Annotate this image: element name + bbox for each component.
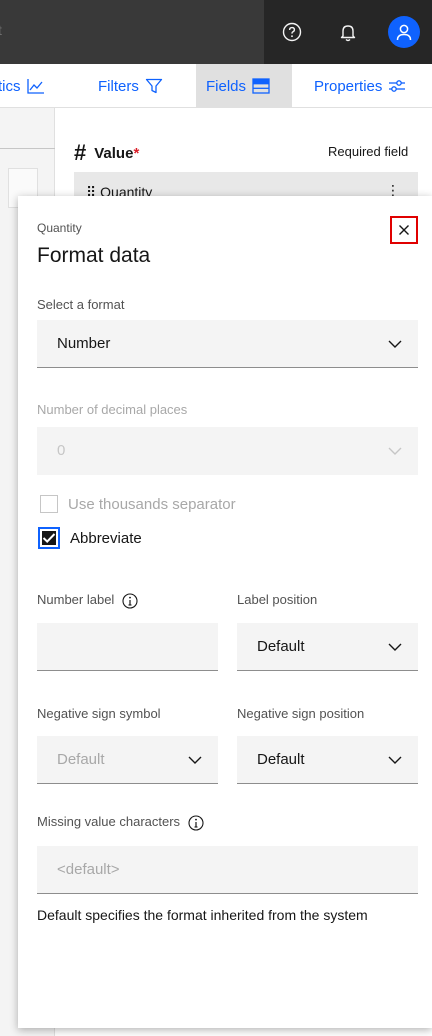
top-bar: t (0, 0, 432, 64)
missing-value-placeholder: <default> (57, 861, 120, 878)
number-label-input[interactable] (37, 623, 218, 671)
thousands-separator-label: Use thousands separator (68, 495, 236, 513)
sliders-icon (389, 80, 406, 92)
helper-text: Default specifies the format inherited f… (37, 907, 368, 923)
fields-icon (252, 78, 270, 94)
required-field-text: Required field (328, 144, 409, 159)
negative-sign-position-label: Negative sign position (237, 706, 365, 721)
user-button[interactable] (380, 8, 428, 56)
decimal-places-value: 0 (57, 442, 66, 459)
panel-subtitle: Quantity (37, 221, 82, 235)
format-select-value: Number (57, 335, 111, 352)
missing-value-input[interactable]: <default> (37, 846, 418, 894)
analytics-tab[interactable]: tics (0, 64, 45, 108)
info-icon[interactable] (188, 815, 204, 831)
help-button[interactable] (268, 8, 316, 56)
close-button[interactable] (390, 216, 418, 244)
format-select[interactable]: Number (37, 320, 418, 368)
chevron-down-icon (388, 447, 402, 455)
fields-label: Fields (206, 77, 247, 95)
chevron-down-icon (388, 756, 402, 764)
number-label-text: Number label (37, 592, 115, 607)
missing-value-label-text: Missing value characters (37, 814, 204, 831)
filter-icon (145, 78, 162, 94)
bell-icon (340, 25, 356, 42)
label-position-select[interactable]: Default (237, 623, 418, 671)
abbreviate-label: Abbreviate (70, 529, 142, 547)
abbreviate-row[interactable]: Abbreviate (38, 527, 142, 549)
chevron-down-icon (188, 756, 202, 764)
required-marker: * (133, 144, 140, 162)
value-heading: # Value* (74, 140, 139, 166)
value-label: Value (94, 144, 134, 162)
negative-sign-symbol-select[interactable]: Default (37, 736, 218, 784)
notifications-button[interactable] (324, 8, 372, 56)
decimal-places-label: Number of decimal places (37, 402, 188, 417)
format-data-panel: Quantity Format data Select a format Num… (18, 196, 432, 1028)
close-icon (399, 225, 409, 235)
label-position-label: Label position (237, 592, 318, 607)
info-icon[interactable] (122, 593, 138, 609)
filters-label: Filters (98, 77, 139, 95)
canvas-divider (0, 148, 55, 149)
negative-sign-symbol-label: Negative sign symbol (37, 706, 161, 721)
decimal-places-select: 0 (37, 427, 418, 475)
panel-title: Format data (37, 244, 151, 267)
analytics-label: tics (0, 77, 21, 95)
abbreviate-checkbox[interactable] (38, 527, 60, 549)
thousands-separator-row[interactable]: Use thousands separator (40, 495, 236, 513)
number-label-label: Number label (37, 592, 138, 609)
avatar (388, 16, 420, 48)
checkmark-icon (42, 533, 56, 544)
help-icon (282, 22, 302, 42)
properties-label: Properties (314, 77, 383, 95)
hash-icon: # (74, 140, 87, 165)
negative-sign-position-select[interactable]: Default (237, 736, 418, 784)
search-text: t (0, 22, 2, 38)
search-area[interactable]: t (0, 0, 264, 64)
missing-value-label-span: Missing value characters (37, 814, 181, 829)
format-select-label: Select a format (37, 297, 125, 312)
chart-icon (26, 79, 44, 94)
filters-tab[interactable]: Filters (98, 64, 163, 108)
properties-tab[interactable]: Properties (314, 64, 406, 108)
user-icon (396, 24, 412, 41)
fields-tab[interactable]: Fields (196, 64, 292, 108)
thousands-separator-checkbox[interactable] (40, 495, 58, 513)
chevron-down-icon (388, 643, 402, 651)
chevron-down-icon (388, 340, 402, 348)
toolbar: tics Filters Fields Properties (0, 64, 432, 108)
